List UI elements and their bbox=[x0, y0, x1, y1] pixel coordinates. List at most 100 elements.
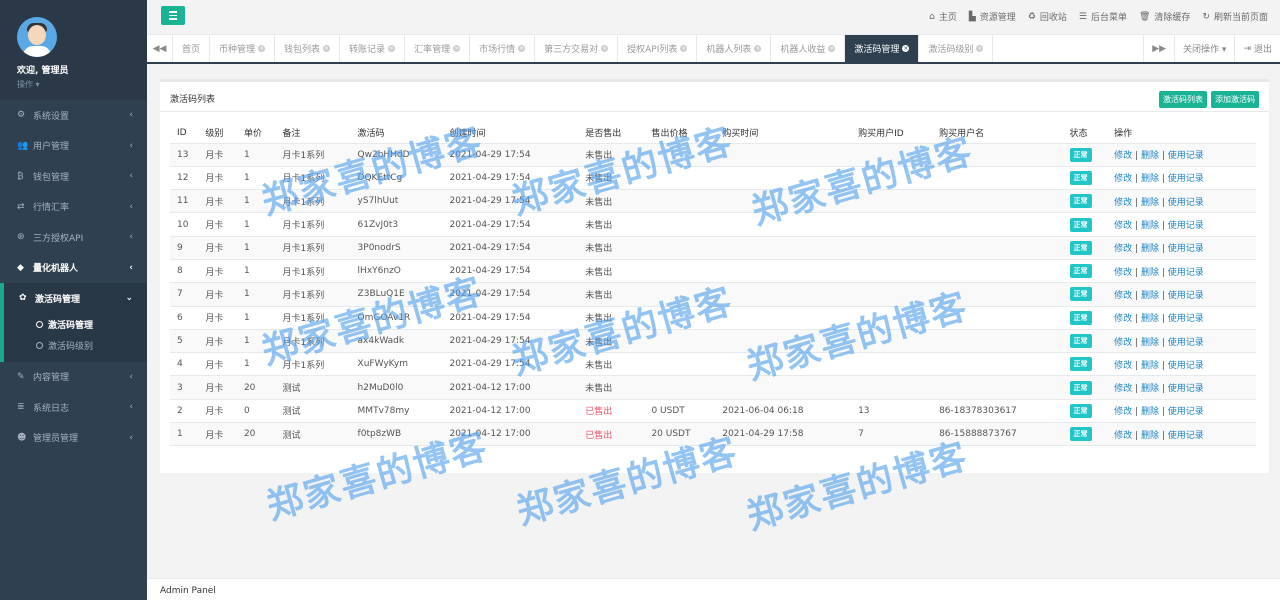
buyer-id-cell: 13 bbox=[851, 399, 933, 424]
edit-link[interactable]: 修改 bbox=[1114, 431, 1132, 441]
tab-10[interactable]: 激活码管理 × bbox=[845, 35, 920, 62]
edit-link[interactable]: 修改 bbox=[1114, 174, 1132, 184]
close-icon[interactable]: × bbox=[754, 45, 762, 52]
close-icon[interactable]: × bbox=[902, 45, 910, 52]
delete-link[interactable]: 删除 bbox=[1141, 431, 1159, 441]
level-cell: 月卡 bbox=[198, 352, 237, 377]
close-icon[interactable]: × bbox=[828, 45, 836, 52]
usage-log-link[interactable]: 使用记录 bbox=[1168, 384, 1204, 394]
edit-link[interactable]: 修改 bbox=[1114, 268, 1132, 278]
edit-link[interactable]: 修改 bbox=[1114, 291, 1132, 301]
add-code-button[interactable]: 添加激活码 bbox=[1211, 91, 1259, 108]
tab-1[interactable]: 币种管理 × bbox=[210, 35, 276, 62]
edit-link[interactable]: 修改 bbox=[1114, 198, 1132, 208]
sidebar-item-users[interactable]: 👥 用户管理 ‹ bbox=[0, 131, 147, 162]
edit-link[interactable]: 修改 bbox=[1114, 244, 1132, 254]
usage-log-link[interactable]: 使用记录 bbox=[1168, 361, 1204, 371]
close-icon[interactable]: × bbox=[323, 45, 331, 52]
edit-link[interactable]: 修改 bbox=[1114, 407, 1132, 417]
toplink-list[interactable]: ☰ 后台菜单 bbox=[1079, 10, 1127, 24]
tab-2[interactable]: 钱包列表 × bbox=[275, 35, 341, 62]
tab-0[interactable]: 首页 bbox=[173, 35, 211, 62]
logout-button[interactable]: ⇥ 退出 bbox=[1234, 35, 1280, 62]
usage-log-link[interactable]: 使用记录 bbox=[1168, 198, 1204, 208]
usage-log-link[interactable]: 使用记录 bbox=[1168, 338, 1204, 348]
delete-link[interactable]: 删除 bbox=[1141, 198, 1159, 208]
tab-3[interactable]: 转账记录 × bbox=[340, 35, 406, 62]
edit-link[interactable]: 修改 bbox=[1114, 314, 1132, 324]
delete-link[interactable]: 删除 bbox=[1141, 407, 1159, 417]
sidebar-subitem-activation-codes[interactable]: 激活码管理 bbox=[4, 314, 147, 335]
toplink-refresh[interactable]: ↻ 刷新当前页面 bbox=[1202, 10, 1268, 24]
usage-log-link[interactable]: 使用记录 bbox=[1168, 268, 1204, 278]
close-icon[interactable]: × bbox=[518, 45, 526, 52]
buyer-id-cell bbox=[851, 306, 933, 330]
usage-log-link[interactable]: 使用记录 bbox=[1168, 244, 1204, 254]
usage-log-link[interactable]: 使用记录 bbox=[1168, 314, 1204, 324]
edit-link[interactable]: 修改 bbox=[1114, 338, 1132, 348]
delete-link[interactable]: 删除 bbox=[1141, 291, 1159, 301]
usage-log-link[interactable]: 使用记录 bbox=[1168, 407, 1204, 417]
tab-9[interactable]: 机器人收益 × bbox=[771, 35, 846, 62]
delete-link[interactable]: 删除 bbox=[1141, 174, 1159, 184]
tab-7[interactable]: 授权API列表 × bbox=[618, 35, 698, 62]
sidebar-item-activation-code-mgmt[interactable]: ✿ 激活码管理 ⌄ bbox=[4, 283, 147, 314]
tab-scroll-left-button[interactable]: ◀◀ bbox=[147, 35, 173, 62]
status-cell: 正常 bbox=[1062, 189, 1108, 214]
sidebar-item-admin[interactable]: ☻ 管理员管理 ‹ bbox=[0, 423, 147, 454]
toplink-file[interactable]: ▙ 资源管理 bbox=[969, 10, 1016, 24]
tab-scroll-right-button[interactable]: ▶▶ bbox=[1143, 35, 1175, 62]
sidebar-item-bitcoin[interactable]: ₿ 钱包管理 ‹ bbox=[0, 161, 147, 192]
edit-link[interactable]: 修改 bbox=[1114, 361, 1132, 371]
id-cell: 6 bbox=[170, 306, 199, 330]
tab-6[interactable]: 第三方交易对 × bbox=[535, 35, 619, 62]
close-icon[interactable]: × bbox=[453, 45, 461, 52]
close-icon[interactable]: × bbox=[388, 45, 396, 52]
delete-link[interactable]: 删除 bbox=[1141, 384, 1159, 394]
close-icon[interactable]: × bbox=[601, 45, 609, 52]
sidebar-item-exchange[interactable]: ⇄ 行情汇率 ‹ bbox=[0, 192, 147, 223]
delete-link[interactable]: 删除 bbox=[1141, 361, 1159, 371]
sidebar-item-edit[interactable]: ✎ 内容管理 ‹ bbox=[0, 362, 147, 393]
sidebar-item-robot[interactable]: ◆ 量化机器人 ‹ bbox=[0, 253, 147, 284]
sidebar-subitem-code-levels[interactable]: 激活码级别 bbox=[4, 335, 147, 356]
toplink-trash[interactable]: 🗑 清除缓存 bbox=[1139, 10, 1190, 24]
close-operations-dropdown[interactable]: 关闭操作 ▾ bbox=[1174, 35, 1235, 62]
status-cell: 正常 bbox=[1062, 422, 1108, 447]
code-list-button[interactable]: 激活码列表 bbox=[1159, 91, 1207, 108]
edit-link[interactable]: 修改 bbox=[1114, 384, 1132, 394]
avatar[interactable] bbox=[17, 17, 57, 57]
profile-operation-dropdown[interactable]: 操作 ▾ bbox=[17, 79, 147, 90]
usage-log-link[interactable]: 使用记录 bbox=[1168, 151, 1204, 161]
chevron-down-icon: ⌄ bbox=[125, 293, 133, 304]
delete-link[interactable]: 删除 bbox=[1141, 151, 1159, 161]
delete-link[interactable]: 删除 bbox=[1141, 268, 1159, 278]
usage-log-link[interactable]: 使用记录 bbox=[1168, 431, 1204, 441]
delete-link[interactable]: 删除 bbox=[1141, 338, 1159, 348]
table-row: 11 月卡 1 月卡1系列 yS7lhUut 2021-04-29 17:54 未售出 正常修… bbox=[170, 189, 1256, 214]
toplink-home[interactable]: ⌂ 主页 bbox=[929, 10, 957, 24]
toplink-recycle[interactable]: ♻ 回收站 bbox=[1028, 10, 1067, 24]
tab-4[interactable]: 汇率管理 × bbox=[405, 35, 471, 62]
column-header: 是否售出 bbox=[578, 123, 645, 144]
tab-8[interactable]: 机器人列表 × bbox=[697, 35, 772, 62]
tab-11[interactable]: 激活码级别 × bbox=[919, 35, 994, 62]
close-icon[interactable]: × bbox=[258, 45, 266, 52]
sidebar-item-gears[interactable]: ⚙ 系统设置 ‹ bbox=[0, 100, 147, 131]
edit-link[interactable]: 修改 bbox=[1114, 151, 1132, 161]
usage-log-link[interactable]: 使用记录 bbox=[1168, 174, 1204, 184]
sidebar-item-log[interactable]: ≣ 系统日志 ‹ bbox=[0, 392, 147, 423]
delete-link[interactable]: 删除 bbox=[1141, 244, 1159, 254]
close-icon[interactable]: × bbox=[976, 45, 984, 52]
close-icon[interactable]: × bbox=[680, 45, 688, 52]
sidebar: 欢迎, 管理员 操作 ▾ ⚙ 系统设置 ‹ 👥 用户管理 ‹ ₿ 钱包管理 ‹ ⇄ 行情汇率 ‹ ⊛ 三方… bbox=[0, 0, 147, 600]
usage-log-link[interactable]: 使用记录 bbox=[1168, 291, 1204, 301]
delete-link[interactable]: 删除 bbox=[1141, 221, 1159, 231]
edit-link[interactable]: 修改 bbox=[1114, 221, 1132, 231]
menu-toggle-button[interactable] bbox=[161, 6, 185, 25]
tab-5[interactable]: 市场行情 × bbox=[470, 35, 536, 62]
usage-log-link[interactable]: 使用记录 bbox=[1168, 221, 1204, 231]
delete-link[interactable]: 删除 bbox=[1141, 314, 1159, 324]
sidebar-item-api[interactable]: ⊛ 三方授权API ‹ bbox=[0, 222, 147, 253]
buyer-name-cell bbox=[932, 259, 1063, 284]
